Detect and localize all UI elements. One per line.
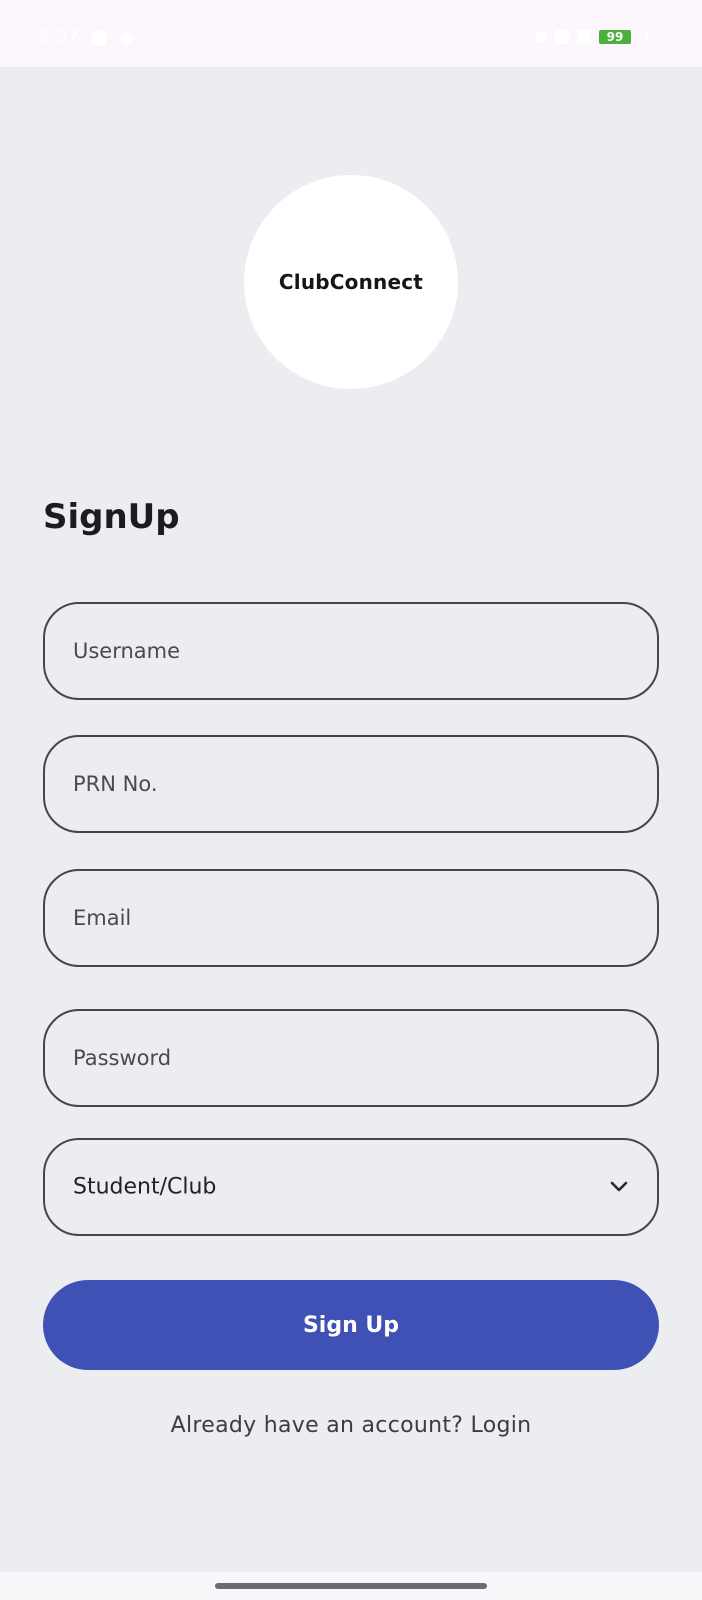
email-field[interactable]	[43, 869, 659, 967]
battery-tip-icon	[645, 33, 648, 41]
password-input[interactable]	[71, 1011, 631, 1105]
status-right: 99	[535, 30, 648, 44]
app-logo: ClubConnect	[244, 175, 458, 389]
role-select-value: Student/Club	[73, 1174, 217, 1200]
app-logo-text: ClubConnect	[278, 270, 424, 294]
signal-icon	[577, 30, 591, 44]
sign-up-button[interactable]: Sign Up	[43, 1280, 659, 1370]
prn-input[interactable]	[71, 737, 631, 831]
battery-icon: 99	[599, 30, 631, 44]
username-input[interactable]	[71, 604, 631, 698]
navigation-bar	[0, 1572, 702, 1600]
login-link[interactable]: Already have an account? Login	[0, 1413, 702, 1438]
chevron-down-icon[interactable]	[607, 1175, 631, 1199]
email-input[interactable]	[71, 871, 631, 965]
network-type-icon	[555, 30, 569, 44]
username-field[interactable]	[43, 602, 659, 700]
status-time: 5:37	[40, 28, 79, 48]
home-indicator[interactable]	[215, 1583, 487, 1589]
page-title: SignUp	[43, 497, 180, 537]
app-notification-icon	[120, 32, 133, 44]
prn-field[interactable]	[43, 735, 659, 833]
bluetooth-icon	[535, 31, 547, 43]
status-bar: 5:37 99	[0, 0, 702, 67]
status-left: 5:37	[40, 28, 133, 48]
notification-icon	[92, 31, 107, 45]
password-field[interactable]	[43, 1009, 659, 1107]
role-select[interactable]: Student/Club	[43, 1138, 659, 1236]
